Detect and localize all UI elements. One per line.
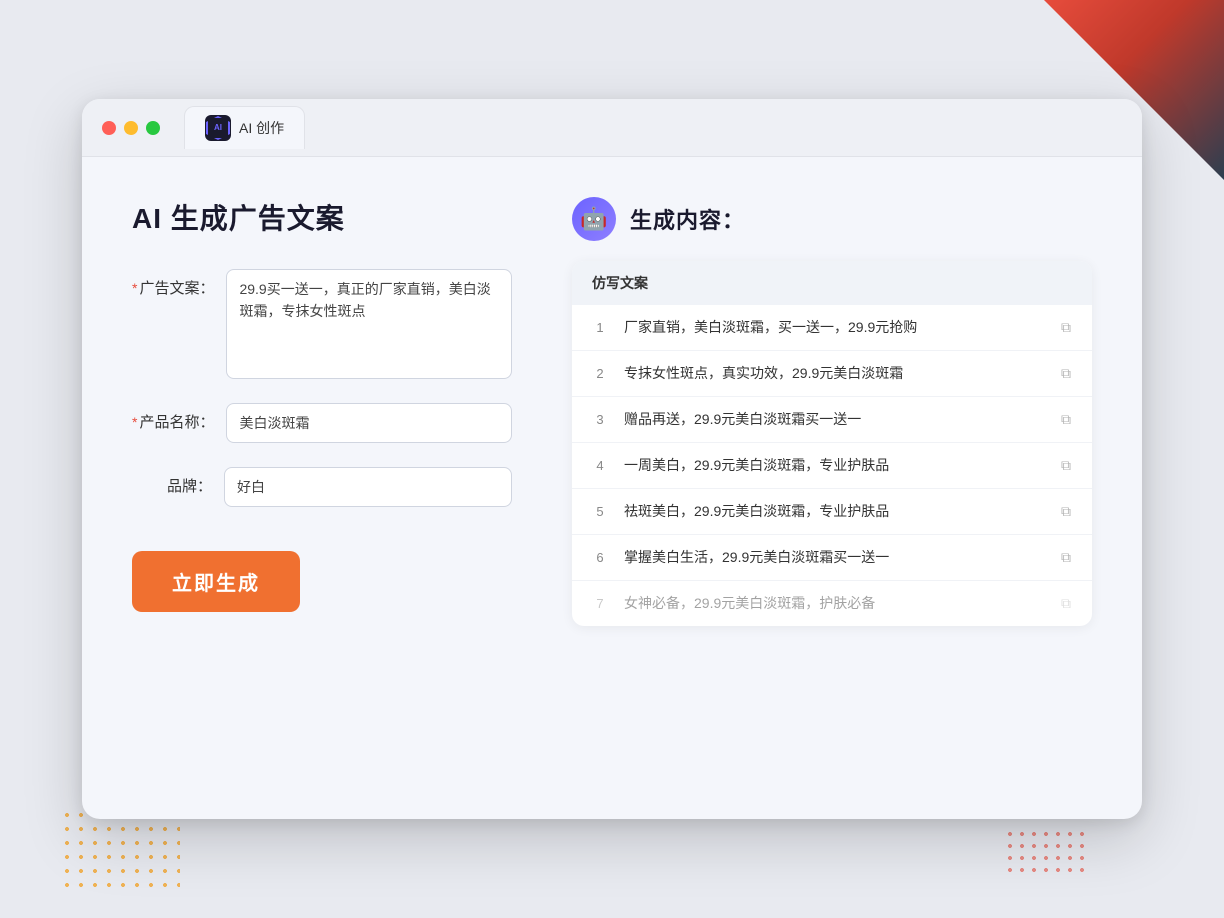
bg-decoration-bottom-right-dots [1004,828,1084,878]
row-num-7: 7 [588,596,612,611]
row-text-3: 赠品再送，29.9元美白淡斑霜买一送一 [624,409,1044,430]
row-text-6: 掌握美白生活，29.9元美白淡斑霜买一送一 [624,547,1044,568]
result-row: 3 赠品再送，29.9元美白淡斑霜买一送一 ⧉ [572,397,1092,443]
copy-icon-3[interactable]: ⧉ [1056,410,1076,430]
row-text-4: 一周美白，29.9元美白淡斑霜，专业护肤品 [624,455,1044,476]
main-content: AI 生成广告文案 *广告文案： *产品名称： 品牌： [82,157,1142,819]
result-row: 1 厂家直销，美白淡斑霜，买一送一，29.9元抢购 ⧉ [572,305,1092,351]
result-row: 5 祛斑美白，29.9元美白淡斑霜，专业护肤品 ⧉ [572,489,1092,535]
ai-logo-icon: AI [205,115,231,141]
row-num-2: 2 [588,366,612,381]
result-row-faded: 7 女神必备，29.9元美白淡斑霜，护肤必备 ⧉ [572,581,1092,626]
row-num-5: 5 [588,504,612,519]
ai-logo-text: AI [214,124,222,132]
input-brand[interactable] [224,467,512,507]
form-group-product-name: *产品名称： [132,403,512,443]
textarea-ad-copy[interactable] [226,269,512,379]
results-table-header: 仿写文案 [572,261,1092,305]
robot-icon [572,197,616,241]
form-group-ad-copy: *广告文案： [132,269,512,379]
input-product-name[interactable] [226,403,512,443]
results-table: 仿写文案 1 厂家直销，美白淡斑霜，买一送一，29.9元抢购 ⧉ 2 专抹女性斑… [572,261,1092,626]
traffic-light-close[interactable] [102,121,116,135]
result-row: 6 掌握美白生活，29.9元美白淡斑霜买一送一 ⧉ [572,535,1092,581]
form-group-brand: 品牌： [132,467,512,507]
browser-tab[interactable]: AI AI 创作 [184,106,305,149]
row-text-5: 祛斑美白，29.9元美白淡斑霜，专业护肤品 [624,501,1044,522]
row-text-1: 厂家直销，美白淡斑霜，买一送一，29.9元抢购 [624,317,1044,338]
result-row: 4 一周美白，29.9元美白淡斑霜，专业护肤品 ⧉ [572,443,1092,489]
result-title: 生成内容： [630,203,745,235]
row-num-1: 1 [588,320,612,335]
page-title: AI 生成广告文案 [132,197,512,237]
traffic-lights [102,121,160,135]
row-num-3: 3 [588,412,612,427]
right-panel: 生成内容： 仿写文案 1 厂家直销，美白淡斑霜，买一送一，29.9元抢购 ⧉ 2… [572,197,1092,779]
required-star-product-name: * [132,414,137,430]
row-text-2: 专抹女性斑点，真实功效，29.9元美白淡斑霜 [624,363,1044,384]
browser-window: AI AI 创作 AI 生成广告文案 *广告文案： *产品名称： [82,99,1142,819]
label-ad-copy: *广告文案： [132,269,214,298]
result-header: 生成内容： [572,197,1092,241]
traffic-light-minimize[interactable] [124,121,138,135]
generate-button[interactable]: 立即生成 [132,551,300,612]
title-bar: AI AI 创作 [82,99,1142,157]
label-brand: 品牌： [132,467,212,496]
label-product-name: *产品名称： [132,403,214,432]
copy-icon-6[interactable]: ⧉ [1056,548,1076,568]
traffic-light-maximize[interactable] [146,121,160,135]
left-panel: AI 生成广告文案 *广告文案： *产品名称： 品牌： [132,197,512,779]
row-num-6: 6 [588,550,612,565]
tab-label: AI 创作 [239,118,284,138]
row-num-4: 4 [588,458,612,473]
required-star-ad-copy: * [132,280,137,296]
bg-decoration-bottom-left-dots [60,808,180,888]
copy-icon-2[interactable]: ⧉ [1056,364,1076,384]
copy-icon-7[interactable]: ⧉ [1056,594,1076,614]
result-row: 2 专抹女性斑点，真实功效，29.9元美白淡斑霜 ⧉ [572,351,1092,397]
copy-icon-1[interactable]: ⧉ [1056,318,1076,338]
copy-icon-5[interactable]: ⧉ [1056,502,1076,522]
copy-icon-4[interactable]: ⧉ [1056,456,1076,476]
row-text-7: 女神必备，29.9元美白淡斑霜，护肤必备 [624,593,1044,614]
